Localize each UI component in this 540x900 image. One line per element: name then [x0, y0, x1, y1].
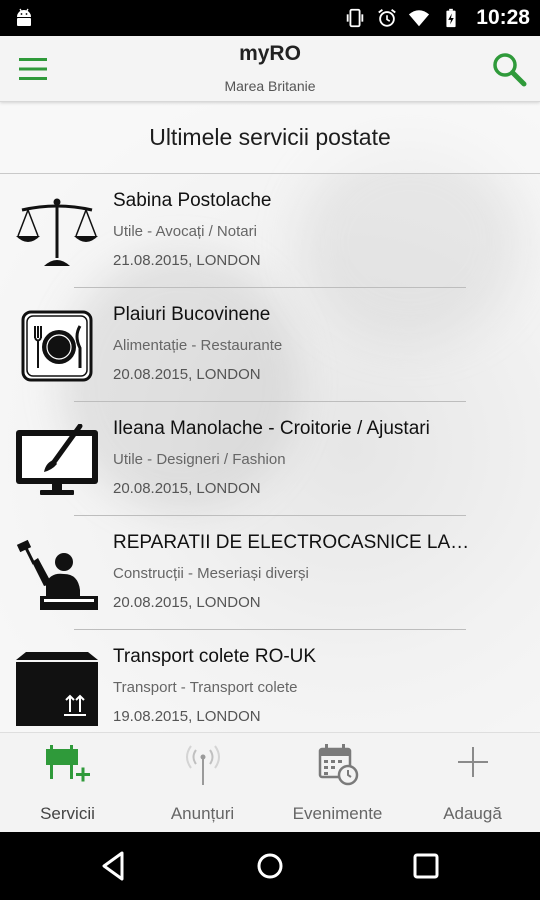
system-navigation-bar	[0, 832, 540, 900]
app-bar: myRO Marea Britanie	[0, 36, 540, 102]
calendar-clock-icon	[318, 744, 358, 786]
item-title: Ileana Manolache - Croitorie / Ajustari	[113, 418, 430, 439]
recents-icon[interactable]	[406, 846, 446, 886]
tab-anunturi[interactable]: Anunțuri	[135, 733, 270, 832]
item-date: 19.08.2015, LONDON	[113, 708, 261, 725]
app-subtitle: Marea Britanie	[224, 78, 316, 94]
tab-adauga[interactable]: Adaugă	[405, 733, 540, 832]
wifi-icon	[409, 10, 430, 27]
item-category: Utile - Avocați / Notari	[113, 223, 257, 240]
tab-label: Evenimente	[292, 804, 383, 823]
item-category: Transport - Transport colete	[113, 679, 298, 696]
status-bar: 10:28	[0, 0, 540, 36]
item-date: 20.08.2015, LONDON	[113, 366, 261, 383]
bottom-tab-bar: Servicii Anunțuri Evenimente Adaugă	[0, 732, 540, 832]
app-title: myRO	[239, 42, 301, 65]
item-date: 21.08.2015, LONDON	[113, 252, 261, 269]
parcel-box-icon	[16, 652, 98, 726]
item-category: Utile - Designeri / Fashion	[113, 451, 286, 468]
list-item[interactable]: Plaiuri Bucovinene Alimentație - Restaur…	[0, 288, 540, 402]
section-header: Ultimele servicii postate	[0, 102, 540, 174]
item-title: Transport colete RO-UK	[113, 646, 317, 667]
android-icon	[17, 8, 31, 26]
back-icon[interactable]	[94, 846, 134, 886]
plate-cutlery-icon	[21, 310, 93, 382]
worker-hammer-icon	[16, 539, 98, 610]
list-item[interactable]: Transport colete RO-UK Transport - Trans…	[0, 630, 540, 732]
vibrate-icon	[347, 8, 364, 28]
section-title: Ultimele servicii postate	[149, 124, 391, 150]
home-icon[interactable]	[250, 846, 290, 886]
tab-label: Anunțuri	[170, 804, 235, 823]
item-title: REPARATII DE ELECTROCASNICE LA…	[113, 532, 470, 553]
item-category: Alimentație - Restaurante	[113, 337, 283, 354]
search-icon[interactable]	[490, 50, 528, 88]
services-list: Sabina Postolache Utile - Avocați / Nota…	[0, 174, 540, 732]
signboard-add-icon	[45, 745, 90, 782]
tab-evenimente[interactable]: Evenimente	[270, 733, 405, 832]
monitor-brush-icon	[16, 424, 98, 495]
status-time: 10:28	[476, 6, 530, 29]
tab-label: Adaugă	[443, 804, 502, 823]
item-date: 20.08.2015, LONDON	[113, 480, 261, 497]
item-title: Plaiuri Bucovinene	[113, 304, 271, 325]
tab-label: Servicii	[40, 804, 95, 823]
item-title: Sabina Postolache	[113, 190, 272, 211]
plus-icon	[457, 747, 488, 777]
list-item[interactable]: Ileana Manolache - Croitorie / Ajustari …	[0, 402, 540, 516]
antenna-icon	[185, 745, 220, 785]
item-category: Construcții - Meseriași diverși	[113, 565, 309, 582]
list-item[interactable]: REPARATII DE ELECTROCASNICE LA… Construc…	[0, 516, 540, 630]
scales-icon	[16, 198, 98, 266]
list-item[interactable]: Sabina Postolache Utile - Avocați / Nota…	[0, 174, 540, 288]
alarm-icon	[378, 9, 397, 27]
item-date: 20.08.2015, LONDON	[113, 594, 261, 611]
content-area: Ultimele servicii postate Sabina Postola…	[0, 102, 540, 732]
tab-servicii[interactable]: Servicii	[0, 733, 135, 832]
battery-charging-icon	[446, 8, 456, 28]
